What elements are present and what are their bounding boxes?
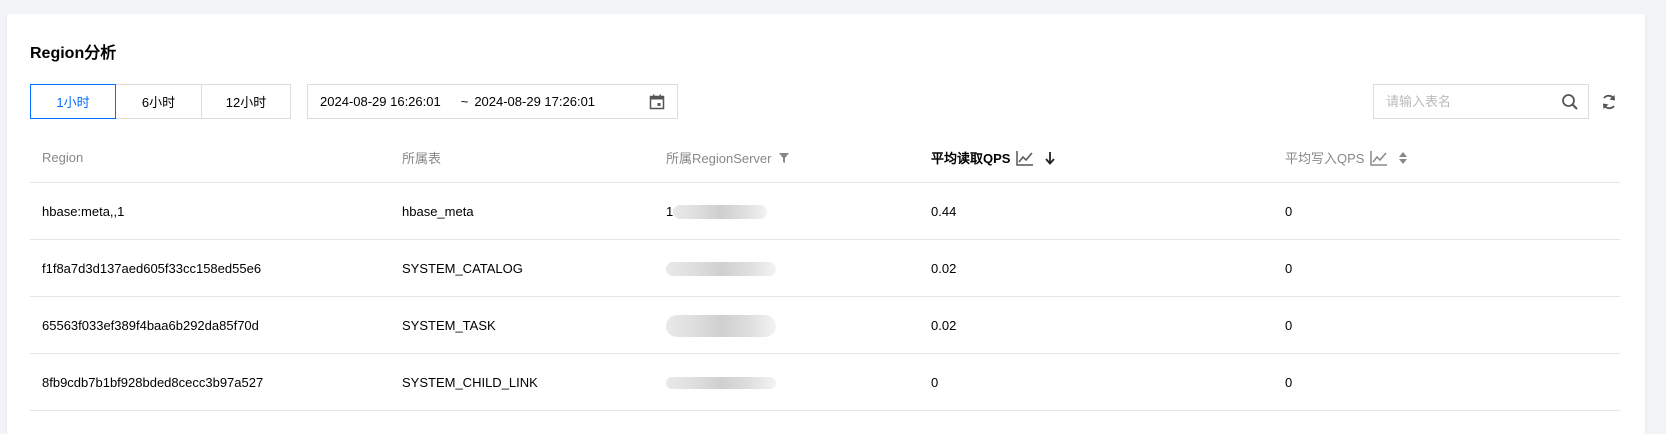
table-row[interactable]: 65563f033ef389f4baa6b292da85f70d SYSTEM_… [30,297,1620,354]
column-header-regionserver: 所属RegionServer [666,132,790,183]
table-row[interactable]: f1f8a7d3d137aed605f33cc158ed55e6 SYSTEM_… [30,240,1620,297]
page-title: Region分析 [30,45,117,62]
time-range-12h-button[interactable]: 12小时 [201,84,291,119]
column-header-region: Region [42,150,84,165]
cell-read-qps: 0.44 [931,204,957,219]
cell-table: hbase_meta [402,204,474,219]
redacted-server-address [666,314,776,337]
cell-server [666,297,776,354]
cell-table: SYSTEM_CATALOG [402,261,523,276]
column-header-regionserver-label: 所属RegionServer [666,151,772,166]
refresh-icon[interactable] [1600,93,1618,111]
table-header: Region 所属表 所属RegionServer 平均读取QPS 平均写入QP… [30,132,1620,183]
redacted-server-address [673,204,768,219]
line-chart-icon[interactable] [1016,150,1034,166]
region-table: Region 所属表 所属RegionServer 平均读取QPS 平均写入QP… [30,132,1620,411]
cell-table: SYSTEM_CHILD_LINK [402,375,538,390]
cell-table: SYSTEM_TASK [402,318,496,333]
cell-write-qps: 0 [1285,261,1293,276]
cell-write-qps: 0 [1285,375,1293,390]
column-header-write-qps-label: 平均写入QPS [1285,151,1365,166]
column-header-write-qps[interactable]: 平均写入QPS [1285,132,1408,183]
column-header-table: 所属表 [402,151,442,166]
table-row[interactable]: hbase:meta,,1 hbase_meta 1 0.44 0 [30,183,1620,240]
date-range-end: 2024-08-29 17:26:01 [474,94,596,109]
table-row[interactable]: 8fb9cdb7b1bf928bded8cecc3b97a527 SYSTEM_… [30,354,1620,411]
calendar-icon[interactable] [649,94,665,110]
redacted-server-address [666,376,776,389]
search-input[interactable] [1386,94,1546,109]
column-header-read-qps-label: 平均读取QPS [931,151,1011,166]
redacted-server-address [666,261,776,276]
cell-region: f1f8a7d3d137aed605f33cc158ed55e6 [42,261,262,276]
cell-server [666,240,776,297]
table-name-search [1373,84,1589,119]
cell-read-qps: 0.02 [931,261,957,276]
region-analysis-card: Region分析 1小时 6小时 12小时 2024-08-29 16:26:0… [7,14,1645,434]
line-chart-icon[interactable] [1370,150,1388,166]
sort-desc-icon[interactable] [1044,151,1056,165]
filter-icon[interactable] [778,152,790,164]
date-range-start: 2024-08-29 16:26:01 [320,94,441,109]
date-range-picker[interactable]: 2024-08-29 16:26:01 ~ 2024-08-29 17:26:0… [307,84,678,119]
cell-server: 1 [666,183,768,240]
column-header-read-qps[interactable]: 平均读取QPS [931,132,1056,183]
cell-server [666,354,776,411]
date-range-separator: ~ [460,94,469,109]
cell-server-text: 1 [666,204,674,219]
cell-write-qps: 0 [1285,204,1293,219]
cell-region: 65563f033ef389f4baa6b292da85f70d [42,318,259,333]
time-range-6h-button[interactable]: 6小时 [115,84,202,119]
cell-read-qps: 0 [931,375,939,390]
cell-read-qps: 0.02 [931,318,957,333]
cell-region: hbase:meta,,1 [42,204,125,219]
cell-region: 8fb9cdb7b1bf928bded8cecc3b97a527 [42,375,264,390]
sort-icon[interactable] [1398,151,1408,165]
time-range-selector: 1小时 6小时 12小时 [30,84,291,119]
time-range-1h-button[interactable]: 1小时 [30,84,116,119]
search-icon[interactable] [1561,93,1579,111]
cell-write-qps: 0 [1285,318,1293,333]
